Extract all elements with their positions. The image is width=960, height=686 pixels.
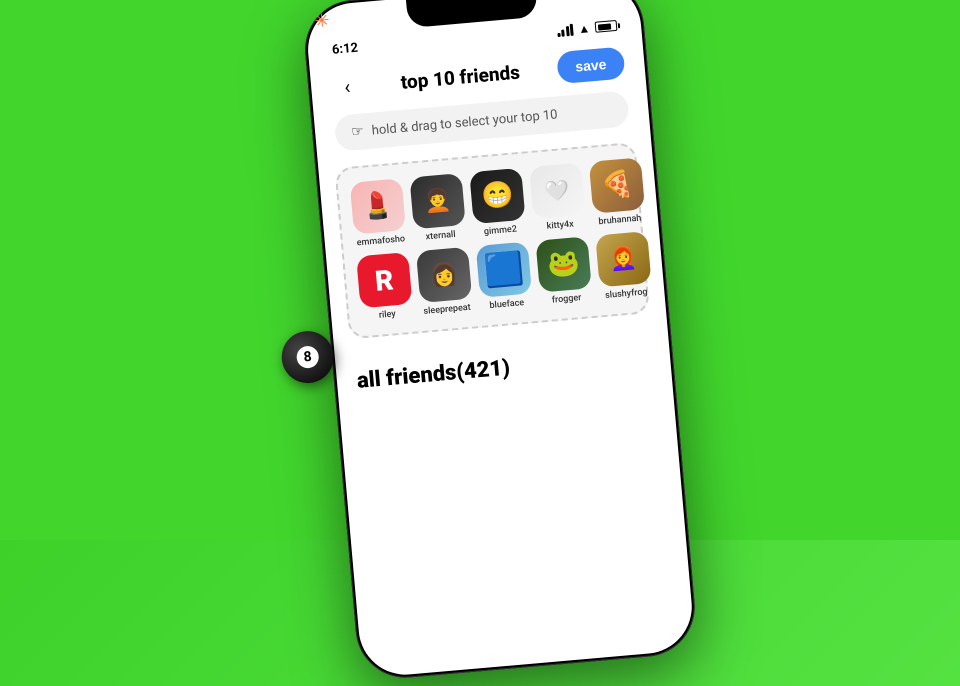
avatar-emoji-xternall: 🧑‍🦱 <box>409 173 465 229</box>
phone-wrapper: 8 ✳ 6:12 ▲ ‹ top <box>301 0 699 682</box>
battery-icon <box>595 20 618 33</box>
avatar-emoji-emmafosho: 💄 <box>350 178 406 234</box>
friend-avatar-kitty4x: 🤍 <box>529 163 585 219</box>
hint-text: hold & drag to select your top 10 <box>371 107 558 138</box>
friend-avatar-xternall: 🧑‍🦱 <box>409 173 465 229</box>
friend-avatar-blueface: 🟦 <box>476 242 532 298</box>
friend-avatar-frogger: 🐸 <box>535 236 591 292</box>
friend-name-bruhannah: bruhannah <box>598 214 642 228</box>
avatar-emoji-gimme2: 😁 <box>469 168 525 224</box>
friend-item-bruhannah[interactable]: 🍕 bruhannah <box>589 157 647 227</box>
friend-avatar-bruhannah: 🍕 <box>589 157 645 213</box>
signal-icon <box>556 23 573 36</box>
hand-icon: ☞ <box>351 123 365 140</box>
page-title: top 10 friends <box>362 57 558 97</box>
friend-name-blueface: blueface <box>489 298 524 311</box>
all-friends-title: all friends(421) <box>356 356 511 394</box>
friend-avatar-riley: R <box>356 252 412 308</box>
avatar-emoji-bruhannah: 🍕 <box>589 157 645 213</box>
friend-name-xternall: xternall <box>425 230 456 243</box>
back-button[interactable]: ‹ <box>330 69 365 104</box>
friend-item-gimme2[interactable]: 😁 gimme2 <box>469 168 527 238</box>
phone-screen: 6:12 ▲ ‹ top 10 friends save <box>304 0 695 679</box>
friend-item-riley[interactable]: R riley <box>356 252 414 322</box>
friend-item-xternall[interactable]: 🧑‍🦱 xternall <box>409 173 467 243</box>
friend-name-gimme2: gimme2 <box>484 224 518 237</box>
friend-avatar-slushyfrog: 👩‍🦰 <box>595 231 651 287</box>
top-friends-section: 💄 emmafosho 🧑‍🦱 xternall 😁 <box>334 142 650 340</box>
wifi-icon: ▲ <box>578 21 591 36</box>
friend-avatar-gimme2: 😁 <box>469 168 525 224</box>
friend-item-sleeprepeat[interactable]: 👩 sleeprepeat <box>416 247 474 317</box>
status-icons: ▲ <box>556 18 617 37</box>
avatar-emoji-kitty4x: 🤍 <box>529 163 585 219</box>
friend-avatar-sleeprepeat: 👩 <box>416 247 472 303</box>
avatar-emoji-blueface: 🟦 <box>476 242 532 298</box>
avatar-emoji-frogger: 🐸 <box>535 236 591 292</box>
all-friends-count: (421) <box>455 356 511 386</box>
friend-item-kitty4x[interactable]: 🤍 kitty4x <box>529 163 587 233</box>
friend-item-blueface[interactable]: 🟦 blueface <box>476 242 534 312</box>
save-button[interactable]: save <box>556 46 626 84</box>
friend-item-slushyfrog[interactable]: 👩‍🦰 slushyfrog <box>595 231 653 301</box>
friend-name-sleeprepeat: sleeprepeat <box>423 303 471 317</box>
friend-name-emmafosho: emmafosho <box>356 234 405 248</box>
friend-item-emmafosho[interactable]: 💄 emmafosho <box>350 178 408 248</box>
status-time: 6:12 <box>331 41 358 58</box>
friend-avatar-emmafosho: 💄 <box>350 178 406 234</box>
friend-name-slushyfrog: slushyfrog <box>605 287 648 301</box>
avatar-emoji-slushyfrog: 👩‍🦰 <box>595 231 651 287</box>
friend-name-riley: riley <box>378 309 396 320</box>
phone-frame: 6:12 ▲ ‹ top 10 friends save <box>301 0 699 682</box>
all-friends-section: all friends(421) <box>335 328 672 406</box>
eight-ball-number: 8 <box>296 346 320 370</box>
star-decoration: ✳ <box>314 10 331 32</box>
friend-name-frogger: frogger <box>551 293 581 306</box>
all-friends-label: all friends <box>356 360 457 394</box>
friend-item-frogger[interactable]: 🐸 frogger <box>535 236 593 306</box>
friends-grid: 💄 emmafosho 🧑‍🦱 xternall 😁 <box>350 159 635 322</box>
friend-name-kitty4x: kitty4x <box>546 219 574 231</box>
avatar-emoji-sleeprepeat: 👩 <box>416 247 472 303</box>
